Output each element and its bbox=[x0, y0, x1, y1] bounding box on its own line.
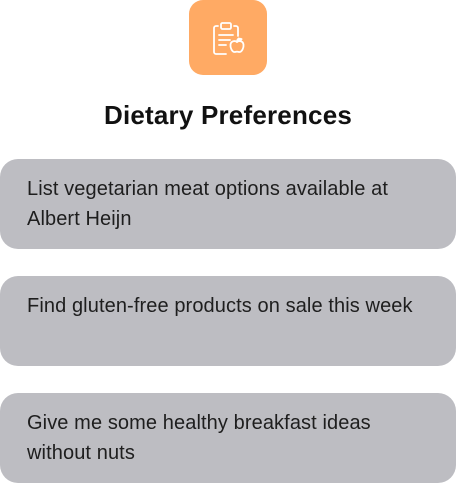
category-icon-tile bbox=[189, 0, 267, 75]
suggestion-text: Give me some healthy breakfast ideas wit… bbox=[27, 412, 371, 464]
suggestion-card-breakfast[interactable]: Give me some healthy breakfast ideas wit… bbox=[0, 393, 456, 483]
clipboard-apple-icon bbox=[213, 21, 245, 55]
suggestion-card-gluten-free[interactable]: Find gluten-free products on sale this w… bbox=[0, 276, 456, 366]
suggestion-text: Find gluten-free products on sale this w… bbox=[27, 295, 413, 317]
suggestion-text: List vegetarian meat options available a… bbox=[27, 178, 388, 230]
suggestion-card-vegetarian-meat[interactable]: List vegetarian meat options available a… bbox=[0, 159, 456, 249]
page-title: Dietary Preferences bbox=[103, 100, 353, 130]
